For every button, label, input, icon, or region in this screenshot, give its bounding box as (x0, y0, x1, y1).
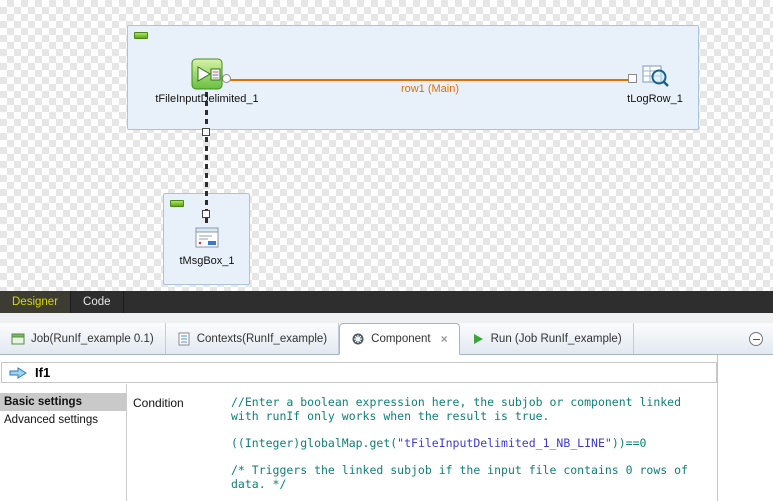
design-canvas[interactable]: row1 (Main) tFileInputDelimited_1 (0, 0, 773, 291)
subjob-collapse-indicator[interactable] (134, 32, 148, 39)
tmsgbox-icon (193, 224, 221, 252)
component-title-bar: If1 (1, 362, 717, 383)
talend-window: row1 (Main) tFileInputDelimited_1 (0, 0, 773, 501)
component-title: If1 (35, 365, 50, 380)
component-label: tMsgBox_1 (179, 255, 234, 267)
code-comment: //Enter a boolean expression here, the s… (231, 395, 701, 423)
view-tabs-bar: Job(RunIf_example 0.1) Contexts(RunIf_ex… (0, 323, 773, 355)
settings-nav: Basic settings Advanced settings (0, 393, 126, 429)
nav-basic-settings[interactable]: Basic settings (0, 393, 126, 411)
tab-contexts[interactable]: Contexts(RunIf_example) (166, 323, 339, 354)
tab-label: Run (Job RunIf_example) (491, 333, 622, 345)
component-tfileinputdelimited[interactable]: tFileInputDelimited_1 (152, 58, 262, 105)
contexts-icon (177, 332, 191, 346)
code-comment: /* Triggers the linked subjob if the inp… (231, 463, 701, 491)
trigger-anchor[interactable] (202, 210, 210, 218)
tab-run[interactable]: Run (Job RunIf_example) (460, 323, 634, 354)
tab-label: Contexts(RunIf_example) (197, 333, 327, 345)
nav-advanced-settings[interactable]: Advanced settings (0, 411, 126, 429)
component-icon (351, 332, 365, 346)
subjob-collapse-indicator[interactable] (170, 200, 184, 207)
expr-post: ))==0 (612, 436, 647, 450)
component-label: tLogRow_1 (627, 93, 683, 105)
component-tmsgbox[interactable]: tMsgBox_1 (152, 224, 262, 267)
component-label: tFileInputDelimited_1 (155, 93, 258, 105)
close-tab-icon[interactable]: × (441, 333, 448, 345)
minus-icon (753, 339, 760, 340)
runif-trigger-line[interactable] (205, 92, 208, 226)
row1-connection-line[interactable] (230, 79, 628, 81)
tab-job[interactable]: Job(RunIf_example 0.1) (0, 323, 166, 354)
run-icon (471, 332, 485, 346)
panel-right-border (717, 355, 718, 501)
component-tlogrow[interactable]: tLogRow_1 (600, 62, 710, 105)
separator-strip (0, 313, 773, 323)
editor-mode-bar: Designer Code (0, 291, 773, 313)
if-arrow-icon (8, 366, 28, 380)
condition-expression-editor[interactable]: //Enter a boolean expression here, the s… (231, 395, 701, 501)
tab-designer[interactable]: Designer (0, 291, 71, 313)
tab-label: Component (371, 333, 430, 345)
component-settings-panel: If1 Basic settings Advanced settings Con… (0, 355, 773, 501)
tlogrow-icon (641, 62, 669, 90)
tab-code[interactable]: Code (71, 291, 124, 313)
job-icon (11, 332, 25, 346)
trigger-anchor[interactable] (202, 128, 210, 136)
connection-label[interactable]: row1 (Main) (330, 83, 530, 95)
tab-label: Job(RunIf_example 0.1) (31, 333, 154, 345)
nav-divider (126, 384, 127, 501)
tfileinputdelimited-icon (191, 58, 223, 90)
expr-pre: ((Integer)globalMap.get( (231, 436, 397, 450)
expr-string-literal: "tFileInputDelimited_1_NB_LINE" (397, 436, 612, 450)
code-expression: ((Integer)globalMap.get("tFileInputDelim… (231, 436, 701, 450)
condition-label: Condition (133, 396, 184, 410)
minimize-panel-button[interactable] (749, 332, 763, 346)
tab-component[interactable]: Component × (339, 323, 459, 355)
